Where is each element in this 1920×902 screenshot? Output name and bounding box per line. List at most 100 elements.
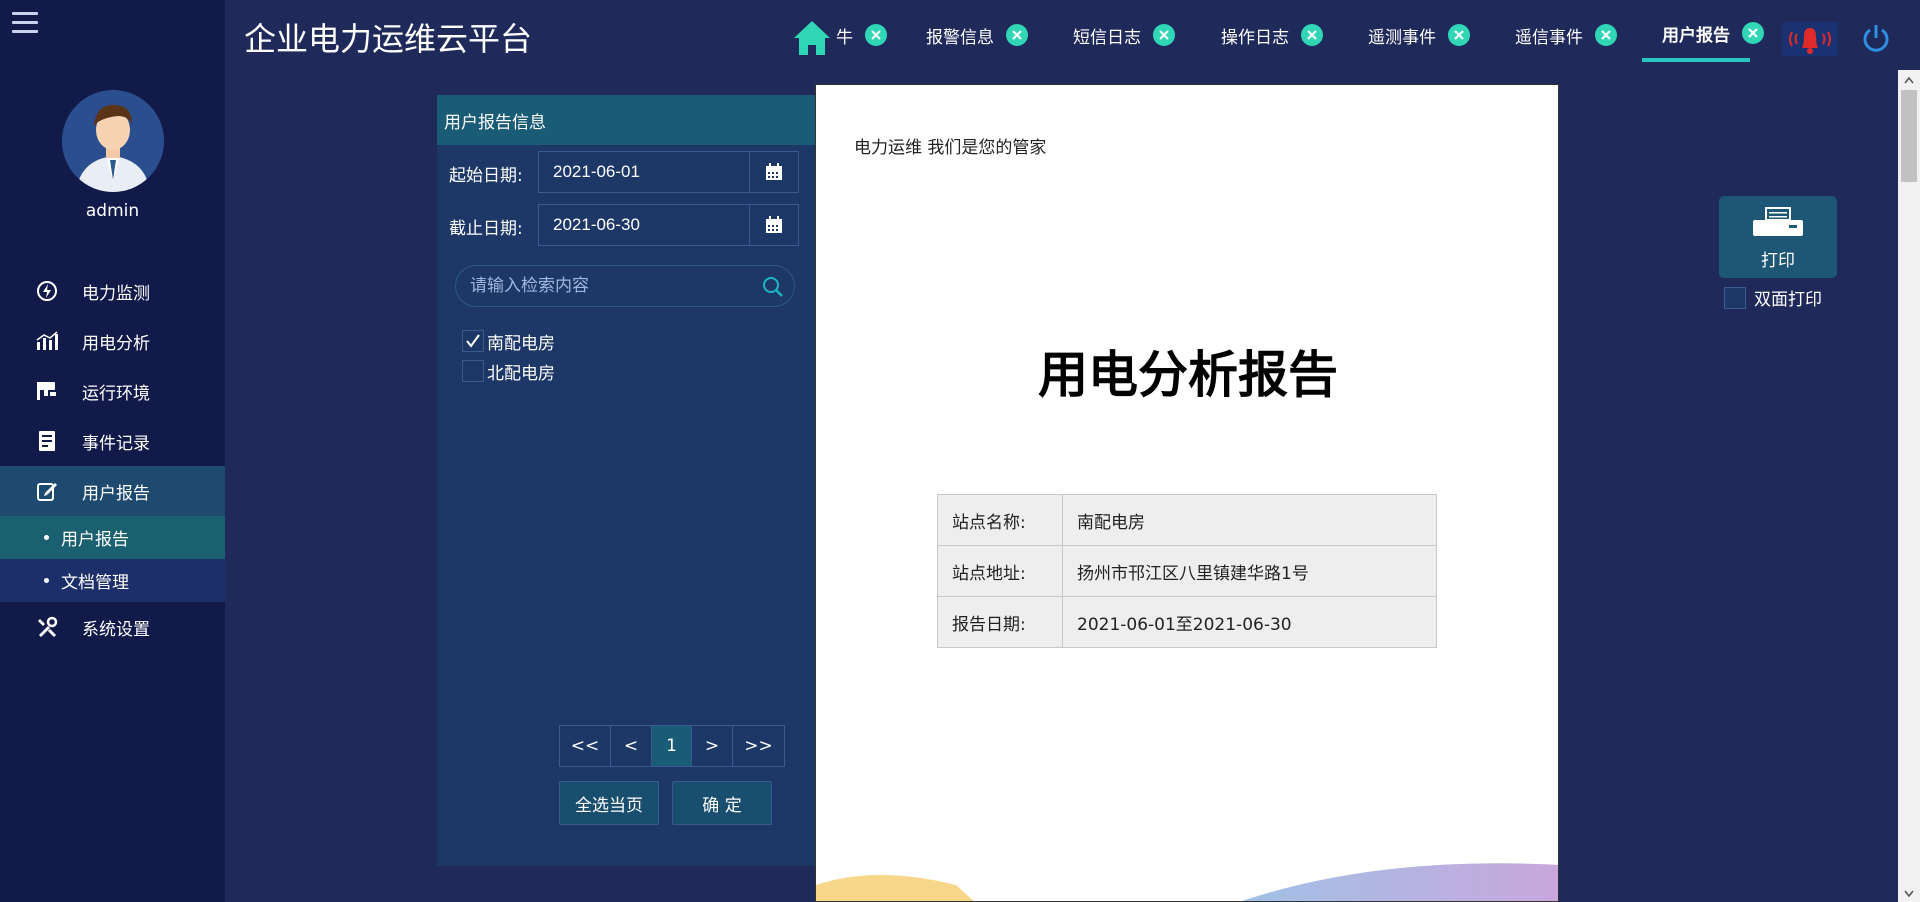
tab-user-report[interactable]: 用户报告 (1662, 18, 1764, 48)
tab-label: 用户报告 (1662, 25, 1730, 46)
close-icon[interactable] (1742, 22, 1764, 44)
sidebar-item-event-records[interactable]: 事件记录 (0, 416, 225, 466)
sidebar-item-user-report[interactable]: 用户报告 (0, 466, 225, 516)
scroll-thumb[interactable] (1901, 90, 1917, 182)
alarm-bell-icon[interactable] (1782, 22, 1838, 56)
bar-chart-icon (34, 328, 60, 354)
panel-title: 用户报告信息 (437, 95, 825, 145)
station-label: 北配电房 (487, 363, 555, 384)
sidebar-item-label: 用户报告 (82, 483, 150, 504)
start-date-row: 起始日期: (437, 151, 825, 193)
menu-icon[interactable] (12, 12, 38, 36)
report-title: 用电分析报告 (1038, 346, 1338, 404)
sidebar-subitem-doc-management[interactable]: 文档管理 (0, 559, 225, 602)
sidebar-item-label: 运行环境 (82, 383, 150, 404)
sidebar-item-environment[interactable]: 运行环境 (0, 366, 225, 416)
bullet-icon (44, 578, 49, 583)
app-title: 企业电力运维云平台 (244, 20, 533, 58)
table-value: 2021-06-01至2021-06-30 (1062, 596, 1437, 648)
print-button[interactable]: 打印 (1719, 196, 1837, 278)
vertical-scrollbar[interactable] (1898, 70, 1920, 902)
start-date-input[interactable] (538, 151, 750, 193)
active-tab-indicator (1642, 58, 1750, 62)
home-icon[interactable] (792, 18, 832, 58)
select-all-page-button[interactable]: 全选当页 (559, 781, 659, 825)
checkbox-checked[interactable] (462, 330, 484, 352)
next-page-button[interactable]: > (692, 726, 733, 766)
pagination: << < 1 > >> (559, 725, 785, 767)
search-icon[interactable] (762, 276, 784, 298)
tab-telesignal-events[interactable]: 遥信事件 (1515, 20, 1617, 50)
table-key: 站点名称: (937, 494, 1063, 546)
confirm-button[interactable]: 确 定 (672, 781, 772, 825)
close-icon[interactable] (1153, 24, 1175, 46)
close-icon[interactable] (865, 24, 887, 46)
table-row: 站点地址: 扬州市邗江区八里镇建华路1号 (937, 545, 1437, 597)
end-date-label: 截止日期: (449, 219, 523, 239)
power-icon[interactable] (1860, 22, 1892, 54)
print-label: 打印 (1761, 251, 1795, 271)
close-icon[interactable] (1301, 24, 1323, 46)
checkbox-unchecked[interactable] (1724, 286, 1746, 309)
tab-truncated[interactable]: 牛 (836, 20, 887, 50)
sidebar: admin 电力监测 用电分析 运行环境 事件记录 用户报告 用户报告 文档管理… (0, 0, 225, 902)
report-slogan: 电力运维 我们是您的管家 (854, 138, 1047, 158)
calendar-icon[interactable] (749, 151, 799, 193)
tab-label: 牛 (836, 27, 853, 48)
sidebar-item-label: 电力监测 (82, 283, 150, 304)
tab-label: 遥测事件 (1368, 27, 1436, 48)
scroll-down-icon[interactable] (1898, 886, 1920, 902)
close-icon[interactable] (1595, 24, 1617, 46)
sidebar-item-system-settings[interactable]: 系统设置 (0, 602, 225, 652)
end-date-input[interactable] (538, 204, 750, 246)
last-page-button[interactable]: >> (733, 726, 784, 766)
close-icon[interactable] (1448, 24, 1470, 46)
record-icon (34, 428, 60, 454)
printer-icon (1753, 207, 1803, 236)
duplex-label: 双面打印 (1754, 290, 1822, 310)
tab-sms-log[interactable]: 短信日志 (1073, 20, 1175, 50)
sidebar-subitem-label: 文档管理 (61, 573, 129, 593)
sidebar-nav: 电力监测 用电分析 运行环境 事件记录 用户报告 用户报告 文档管理 系统设置 (0, 266, 225, 652)
close-icon[interactable] (1006, 24, 1028, 46)
tab-label: 操作日志 (1221, 27, 1289, 48)
prev-page-button[interactable]: < (611, 726, 652, 766)
search-input[interactable] (470, 276, 750, 296)
sidebar-subitem-user-report[interactable]: 用户报告 (0, 516, 225, 559)
sidebar-item-label: 系统设置 (82, 619, 150, 640)
sidebar-subitem-label: 用户报告 (61, 530, 129, 550)
bullet-icon (44, 535, 49, 540)
start-date-label: 起始日期: (449, 166, 523, 186)
tab-operation-log[interactable]: 操作日志 (1221, 20, 1323, 50)
sidebar-item-label: 事件记录 (82, 433, 150, 454)
table-key: 站点地址: (937, 545, 1063, 597)
tab-alarm-info[interactable]: 报警信息 (926, 20, 1028, 50)
calendar-icon[interactable] (749, 204, 799, 246)
tab-label: 遥信事件 (1515, 27, 1583, 48)
first-page-button[interactable]: << (560, 726, 611, 766)
checkbox-unchecked[interactable] (462, 360, 484, 382)
username: admin (85, 201, 140, 221)
station-checkbox-south[interactable]: 南配电房 (462, 329, 555, 354)
report-info-table: 站点名称: 南配电房 站点地址: 扬州市邗江区八里镇建华路1号 报告日期: 20… (937, 494, 1437, 648)
table-row: 站点名称: 南配电房 (937, 494, 1437, 546)
sidebar-item-label: 用电分析 (82, 333, 150, 354)
avatar (62, 90, 164, 192)
table-value: 南配电房 (1062, 494, 1437, 546)
sidebar-item-power-monitor[interactable]: 电力监测 (0, 266, 225, 316)
table-key: 报告日期: (937, 596, 1063, 648)
table-value: 扬州市邗江区八里镇建华路1号 (1062, 545, 1437, 597)
station-label: 南配电房 (487, 333, 555, 354)
end-date-row: 截止日期: (437, 204, 825, 246)
sidebar-item-usage-analysis[interactable]: 用电分析 (0, 316, 225, 366)
tab-label: 短信日志 (1073, 27, 1141, 48)
scroll-up-icon[interactable] (1898, 72, 1920, 88)
station-checkbox-north[interactable]: 北配电房 (462, 359, 555, 384)
duplex-print-checkbox[interactable]: 双面打印 (1724, 285, 1822, 310)
tab-telemetry-events[interactable]: 遥测事件 (1368, 20, 1470, 50)
tools-icon (34, 614, 60, 640)
current-page-button[interactable]: 1 (652, 726, 692, 766)
camera-icon (34, 378, 60, 404)
report-preview: 电力运维 我们是您的管家 用电分析报告 站点名称: 南配电房 站点地址: 扬州市… (815, 84, 1559, 902)
tab-label: 报警信息 (926, 27, 994, 48)
